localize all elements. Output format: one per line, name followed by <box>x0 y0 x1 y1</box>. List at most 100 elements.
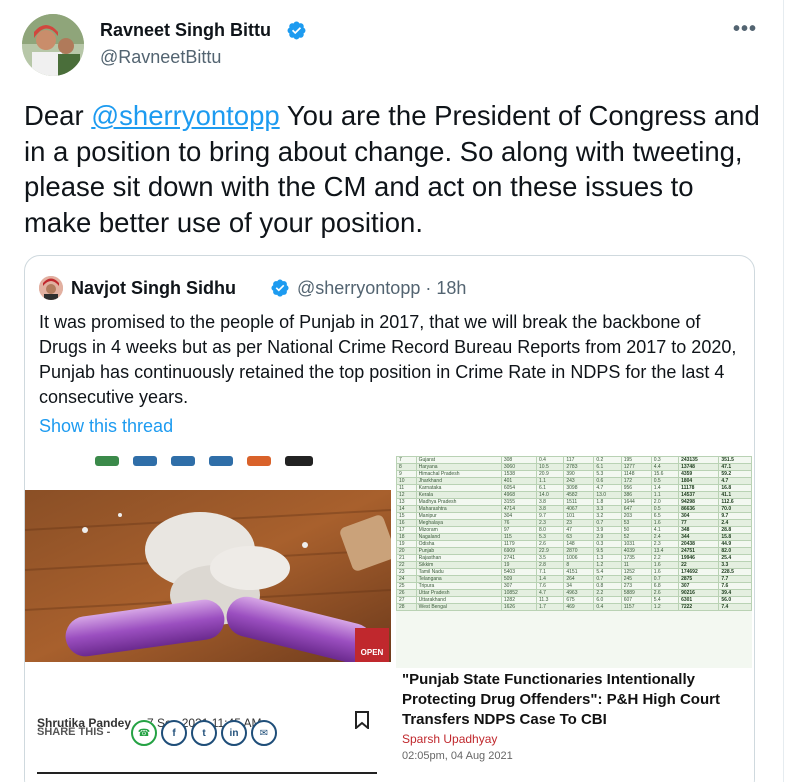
whatsapp-icon[interactable]: ☎ <box>131 720 157 746</box>
open-tag[interactable]: OPEN <box>355 628 389 662</box>
table-cell: Rajasthan <box>415 554 502 562</box>
quoted-tweet[interactable]: Navjot Singh Sidhu @sherryontopp · 18h I… <box>24 255 755 782</box>
verified-badge-icon <box>287 21 306 40</box>
table-cell: 4.7 <box>535 589 565 597</box>
table-cell: 243135 <box>678 456 720 464</box>
table-row: 10 Jharkhand 401 1.1 243 0.6 172 0.5 1804 4.7 <box>396 477 752 485</box>
table-cell: 264 <box>563 575 595 583</box>
table-cell: 19 <box>396 540 417 548</box>
table-row: 14 Maharashtra 4714 3.8 4067 3.3 647 0.5 86636 70… <box>396 505 752 513</box>
more-options-icon[interactable]: ••• <box>733 18 757 41</box>
table-cell: Sikkim <box>415 561 502 569</box>
table-cell: 3.8 <box>535 498 565 506</box>
table-cell: Manipur <box>415 512 502 520</box>
table-cell: 2.2 <box>593 589 622 597</box>
table-cell: Madhya Pradesh <box>415 498 502 506</box>
table-cell: 607 <box>620 596 652 604</box>
table-row: 13 Madhya Pradesh 3155 3.8 1511 1.8 1644 2.0 942… <box>396 498 752 506</box>
table-cell: 28.8 <box>718 526 752 534</box>
table-cell: 148 <box>563 540 595 548</box>
table-cell: 94298 <box>678 498 720 506</box>
media-image-right[interactable]: 7 Gujarat 308 0.4 117 0.2 195 0.3 243135 351.5 8 Ha… <box>394 456 754 782</box>
table-cell: 1.2 <box>593 561 622 569</box>
table-cell: 5403 <box>500 568 538 576</box>
table-cell: 304 <box>500 512 538 520</box>
table-cell: 53 <box>620 519 652 527</box>
table-cell: 2741 <box>500 554 538 562</box>
table-cell: 4039 <box>620 547 652 555</box>
table-cell: 1.7 <box>535 603 565 611</box>
table-cell: 17 <box>396 526 417 534</box>
table-cell: 47.1 <box>718 463 752 471</box>
table-row: 12 Kerala 4968 14.0 4582 13.0 386 1.1 14537 41.1 <box>396 491 752 499</box>
quoted-tweet-text: It was promised to the people of Punjab … <box>39 312 737 407</box>
table-cell: 228.5 <box>718 568 752 576</box>
table-cell: 2783 <box>563 463 595 471</box>
table-cell: 2.8 <box>535 561 565 569</box>
table-cell: 2.6 <box>650 589 680 597</box>
show-thread-link[interactable]: Show this thread <box>39 416 173 437</box>
table-cell: 15.8 <box>718 533 752 541</box>
table-cell: 4582 <box>563 491 595 499</box>
quoted-author-handle[interactable]: @sherryontopp · 18h <box>297 278 466 299</box>
table-cell: 469 <box>563 603 595 611</box>
share-icons: ☎ f t in ✉ <box>131 720 277 746</box>
table-cell: 245 <box>620 575 652 583</box>
email-icon[interactable]: ✉ <box>251 720 277 746</box>
table-cell: 12 <box>396 491 417 499</box>
table-cell: 9.5 <box>593 547 622 555</box>
table-cell: 9 <box>396 470 417 478</box>
table-cell: 117 <box>563 456 595 464</box>
table-cell: Meghalaya <box>415 519 502 527</box>
table-cell: 0.4 <box>593 603 622 611</box>
table-cell: 6.1 <box>535 484 565 492</box>
author-avatar[interactable] <box>22 14 84 76</box>
bookmark-icon[interactable] <box>355 711 369 729</box>
twitter-icon[interactable]: t <box>191 720 217 746</box>
author-handle[interactable]: @RavneetBittu <box>100 47 221 68</box>
table-row: 8 Haryana 3060 10.5 2783 6.1 1277 4.4 13748 47.1 <box>396 463 752 471</box>
mention-link[interactable]: @sherryontopp <box>91 100 279 131</box>
table-cell: 6.5 <box>650 512 680 520</box>
table-cell: 11 <box>396 484 417 492</box>
tweet-card[interactable]: Ravneet Singh Bittu @RavneetBittu ••• De… <box>0 0 786 782</box>
table-cell: 5.4 <box>650 596 680 604</box>
linkedin-icon[interactable]: in <box>221 720 247 746</box>
table-cell: Maharashtra <box>415 505 502 513</box>
media-image-left[interactable]: OPEN Shrutika Pandey 7 Sep 2021 11:45 AM… <box>25 456 391 782</box>
table-cell: 112.6 <box>718 498 752 506</box>
table-cell: Karnataka <box>415 484 502 492</box>
table-cell: 22.9 <box>535 547 565 555</box>
table-cell: 1.4 <box>535 575 565 583</box>
table-cell: 4067 <box>563 505 595 513</box>
table-cell: 20438 <box>678 540 720 548</box>
table-cell: 52 <box>620 533 652 541</box>
author-name[interactable]: Ravneet Singh Bittu <box>100 20 271 41</box>
table-row: 24 Telangana 509 1.4 264 0.7 245 0.7 2875 7.7 <box>396 575 752 583</box>
table-row: 18 Nagaland 115 5.3 63 2.9 52 2.4 344 15.8 <box>396 533 752 541</box>
table-cell: Haryana <box>415 463 502 471</box>
table-cell: 1.8 <box>593 498 622 506</box>
table-cell: 195 <box>620 456 652 464</box>
table-cell: 3.9 <box>593 526 622 534</box>
table-cell: 1735 <box>620 554 652 562</box>
table-cell: 4151 <box>563 568 595 576</box>
table-cell: 26 <box>396 589 417 597</box>
table-cell: 16.8 <box>718 484 752 492</box>
facebook-icon[interactable]: f <box>161 720 187 746</box>
table-cell: 7.1 <box>535 568 565 576</box>
table-cell: 44.9 <box>718 540 752 548</box>
table-cell: 3.3 <box>718 561 752 569</box>
table-cell: 6.8 <box>650 582 680 590</box>
table-cell: 1006 <box>563 554 595 562</box>
table-cell: 4.7 <box>718 477 752 485</box>
table-cell: 1626 <box>500 603 538 611</box>
table-cell: 1.6 <box>650 561 680 569</box>
table-cell: 11.3 <box>535 596 565 604</box>
quoted-author-name[interactable]: Navjot Singh Sidhu <box>71 278 236 299</box>
table-cell: 7.7 <box>718 575 752 583</box>
table-row: 20 Punjab 6909 22.9 2870 9.5 4039 13.4 24751 82.0 <box>396 547 752 555</box>
table-cell: 6.0 <box>593 596 622 604</box>
quoted-author-avatar[interactable] <box>39 276 63 300</box>
table-cell: 6054 <box>500 484 538 492</box>
